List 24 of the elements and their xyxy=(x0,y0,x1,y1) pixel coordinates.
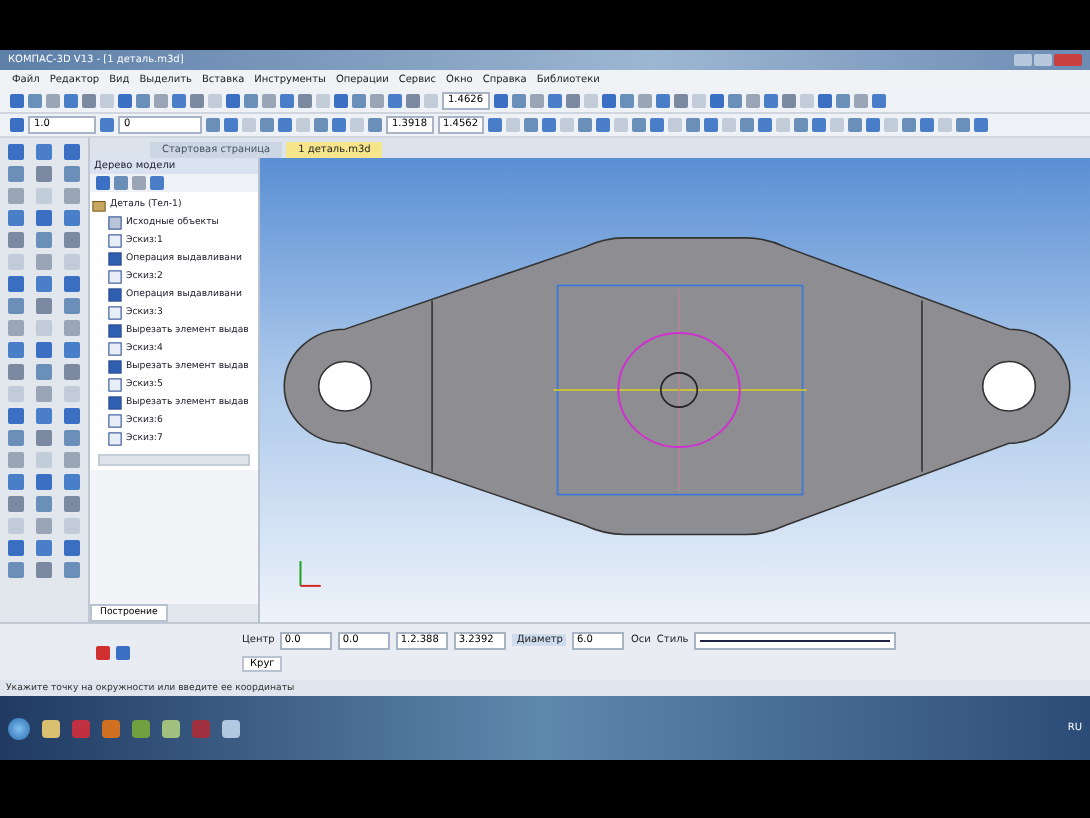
start-button[interactable] xyxy=(8,717,30,739)
maximize-button[interactable] xyxy=(1034,54,1052,66)
sketch-icon xyxy=(108,377,122,391)
sketch-icon xyxy=(108,233,122,247)
stop-icon[interactable] xyxy=(96,645,110,659)
model-viewport[interactable] xyxy=(260,158,1090,622)
scrollbar[interactable] xyxy=(98,454,250,466)
close-button[interactable] xyxy=(1054,54,1082,66)
operation-icon xyxy=(108,251,122,265)
operation-icon xyxy=(108,395,122,409)
sketch-icon xyxy=(108,341,122,355)
circle-sketch xyxy=(660,372,699,408)
operation-icon xyxy=(108,323,122,337)
origin-icon xyxy=(108,215,122,229)
operation-icon xyxy=(108,359,122,373)
sketch-icon xyxy=(108,269,122,283)
sketch-icon xyxy=(108,305,122,319)
coordinate-axes-icon xyxy=(299,560,322,587)
circle-preview xyxy=(617,331,741,449)
part-icon xyxy=(92,197,106,211)
operation-icon xyxy=(108,287,122,301)
tool-icon[interactable] xyxy=(116,645,130,659)
line-style-dropdown[interactable] xyxy=(694,631,897,649)
minimize-button[interactable] xyxy=(1014,54,1032,66)
